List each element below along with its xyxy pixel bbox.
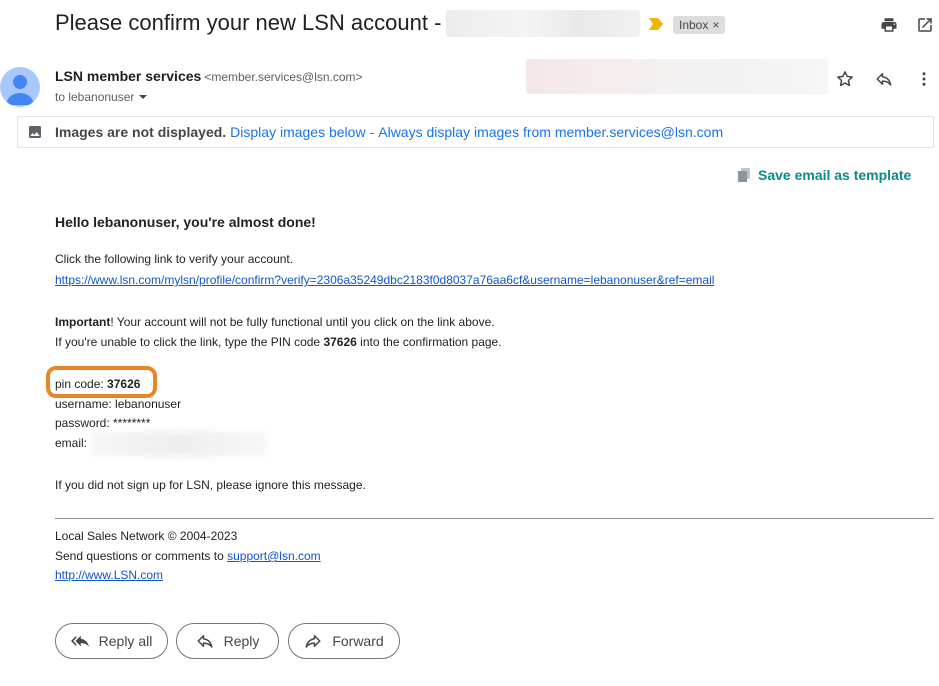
more-vert-icon[interactable] [913,68,935,90]
chevron-down-icon[interactable] [138,92,148,102]
pin-instruction-pre: If you're unable to click the link, type… [55,335,324,349]
important-line: Important! Your account will not be full… [55,315,495,329]
forward-button[interactable]: Forward [288,623,400,659]
redacted-email [92,432,267,456]
important-label: Important [55,315,111,329]
email-subject: Please confirm your new LSN account - [55,10,442,35]
always-display-link[interactable]: Always display images from member.servic… [378,124,723,140]
avatar-person-icon [6,75,34,105]
username-line: username: lebanonuser [55,397,182,411]
recipient-text: to lebanonuser [55,90,135,104]
open-new-window-icon[interactable] [914,14,936,36]
images-blocked-title: Images are not displayed. [55,124,227,140]
recipient-line[interactable]: to lebanonuser [55,90,148,104]
reply-all-icon [70,635,89,647]
ignore-message: If you did not sign up for LSN, please i… [55,478,366,492]
important-marker-icon[interactable] [649,18,663,30]
images-blocked-bar: Images are not displayed. Display images… [17,116,934,148]
sender-name[interactable]: LSN member services <member.services@lsn.… [55,68,363,84]
save-template-button[interactable]: Save email as template [738,167,911,183]
inbox-label-chip[interactable]: Inbox × [673,16,726,34]
reply-icon[interactable] [873,68,895,90]
questions-line: Send questions or comments to support@ls… [55,549,321,563]
reply-button[interactable]: Reply [176,623,279,659]
remove-label-icon[interactable]: × [712,16,719,34]
sender-email: <member.services@lsn.com> [204,70,363,84]
pin-instruction-value: 37626 [323,335,357,349]
reply-icon [197,635,213,648]
avatar[interactable] [0,67,40,107]
image-icon [29,126,41,138]
save-template-label: Save email as template [758,167,912,183]
link-separator: - [369,124,375,140]
redacted-date [526,59,828,94]
display-images-link[interactable]: Display images below [230,124,365,140]
template-icon [738,168,750,182]
footer-divider [55,518,934,519]
verify-link[interactable]: https://www.lsn.com/mylsn/profile/confir… [55,273,714,287]
email-line-label: email: [55,436,88,450]
redacted-subject [446,10,640,37]
greeting-heading: Hello lebanonuser, you're almost done! [55,214,316,230]
reply-all-button[interactable]: Reply all [55,623,168,659]
verify-instruction: Click the following link to verify your … [55,252,294,266]
pin-highlight-box [46,366,157,398]
forward-icon [305,635,321,648]
pin-instruction: If you're unable to click the link, type… [55,335,502,349]
questions-text: Send questions or comments to [55,549,228,563]
reply-label: Reply [223,633,260,649]
support-email-link[interactable]: support@lsn.com [227,549,321,563]
copyright-line: Local Sales Network © 2004-2023 [55,529,238,543]
print-icon[interactable] [878,14,900,36]
password-line: password: ******** [55,416,151,430]
reply-all-label: Reply all [98,633,153,649]
important-text: ! Your account will not be fully functio… [110,315,495,329]
inbox-label: Inbox [679,18,709,32]
pin-instruction-post: into the confirmation page. [356,335,502,349]
website-link[interactable]: http://www.LSN.com [55,568,163,582]
star-icon[interactable] [834,68,856,90]
sender-name-text: LSN member services [55,68,202,84]
forward-label: Forward [332,633,384,649]
